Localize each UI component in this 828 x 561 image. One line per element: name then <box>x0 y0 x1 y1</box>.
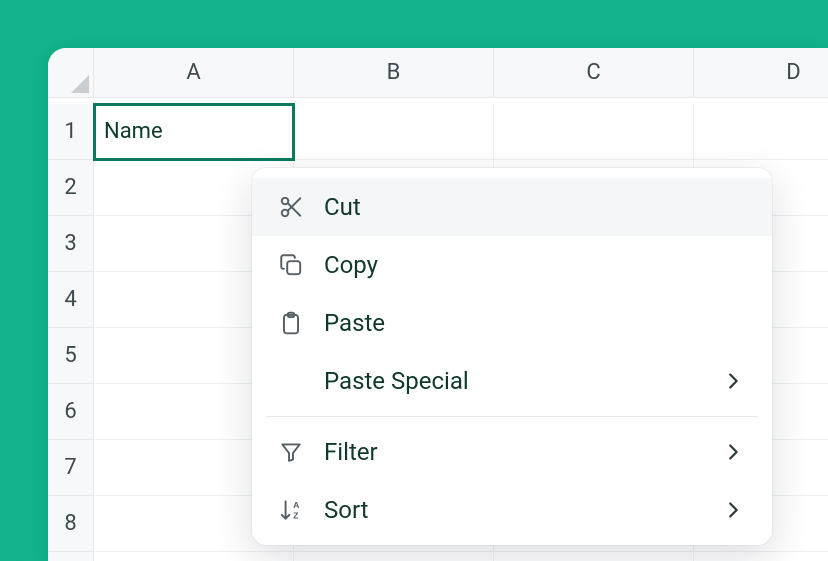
app-frame: A B C D 1 Name 2 3 4 <box>0 0 828 561</box>
context-menu-separator <box>266 416 758 417</box>
cell-C1[interactable] <box>494 104 694 160</box>
cell-B9[interactable] <box>294 552 494 561</box>
copy-icon <box>276 250 306 280</box>
context-menu-item-label: Paste Special <box>324 367 704 395</box>
chevron-right-icon <box>722 370 744 392</box>
context-menu-item-paste-special[interactable]: Paste Special <box>252 352 772 410</box>
row-header-3[interactable]: 3 <box>48 216 94 272</box>
cell-A9[interactable] <box>94 552 294 561</box>
spreadsheet-window: A B C D 1 Name 2 3 4 <box>48 48 828 561</box>
chevron-right-icon <box>722 441 744 463</box>
select-all-corner[interactable] <box>48 48 94 98</box>
context-menu-item-cut[interactable]: Cut <box>252 178 772 236</box>
filter-icon <box>276 437 306 467</box>
chevron-right-icon <box>722 499 744 521</box>
svg-text:Z: Z <box>293 511 299 521</box>
context-menu-item-paste[interactable]: Paste <box>252 294 772 352</box>
row-header-4[interactable]: 4 <box>48 272 94 328</box>
row-header-9[interactable]: 9 <box>48 552 94 561</box>
row-header-1[interactable]: 1 <box>48 104 94 160</box>
context-menu-item-label: Cut <box>324 193 744 221</box>
row-header-5[interactable]: 5 <box>48 328 94 384</box>
cell-D1[interactable] <box>694 104 828 160</box>
context-menu-item-filter[interactable]: Filter <box>252 423 772 481</box>
context-menu-item-label: Sort <box>324 496 704 524</box>
clipboard-icon <box>276 308 306 338</box>
column-header-D[interactable]: D <box>694 48 828 98</box>
context-menu-item-copy[interactable]: Copy <box>252 236 772 294</box>
row-header-6[interactable]: 6 <box>48 384 94 440</box>
row-header-8[interactable]: 8 <box>48 496 94 552</box>
context-menu: Cut Copy Paste Paste Special <box>252 168 772 545</box>
column-header-A[interactable]: A <box>94 48 294 98</box>
sort-az-icon: A Z <box>276 495 306 525</box>
context-menu-item-label: Paste <box>324 309 744 337</box>
svg-text:A: A <box>293 500 300 510</box>
cell-A1[interactable]: Name <box>94 104 294 160</box>
cell-D9[interactable] <box>694 552 828 561</box>
row-header-7[interactable]: 7 <box>48 440 94 496</box>
cell-C9[interactable] <box>494 552 694 561</box>
cell-B1[interactable] <box>294 104 494 160</box>
context-menu-item-label: Copy <box>324 251 744 279</box>
context-menu-item-label: Filter <box>324 438 704 466</box>
blank-icon <box>276 366 306 396</box>
context-menu-item-sort[interactable]: A Z Sort <box>252 481 772 539</box>
column-header-C[interactable]: C <box>494 48 694 98</box>
row-header-2[interactable]: 2 <box>48 160 94 216</box>
scissors-icon <box>276 192 306 222</box>
column-header-B[interactable]: B <box>294 48 494 98</box>
